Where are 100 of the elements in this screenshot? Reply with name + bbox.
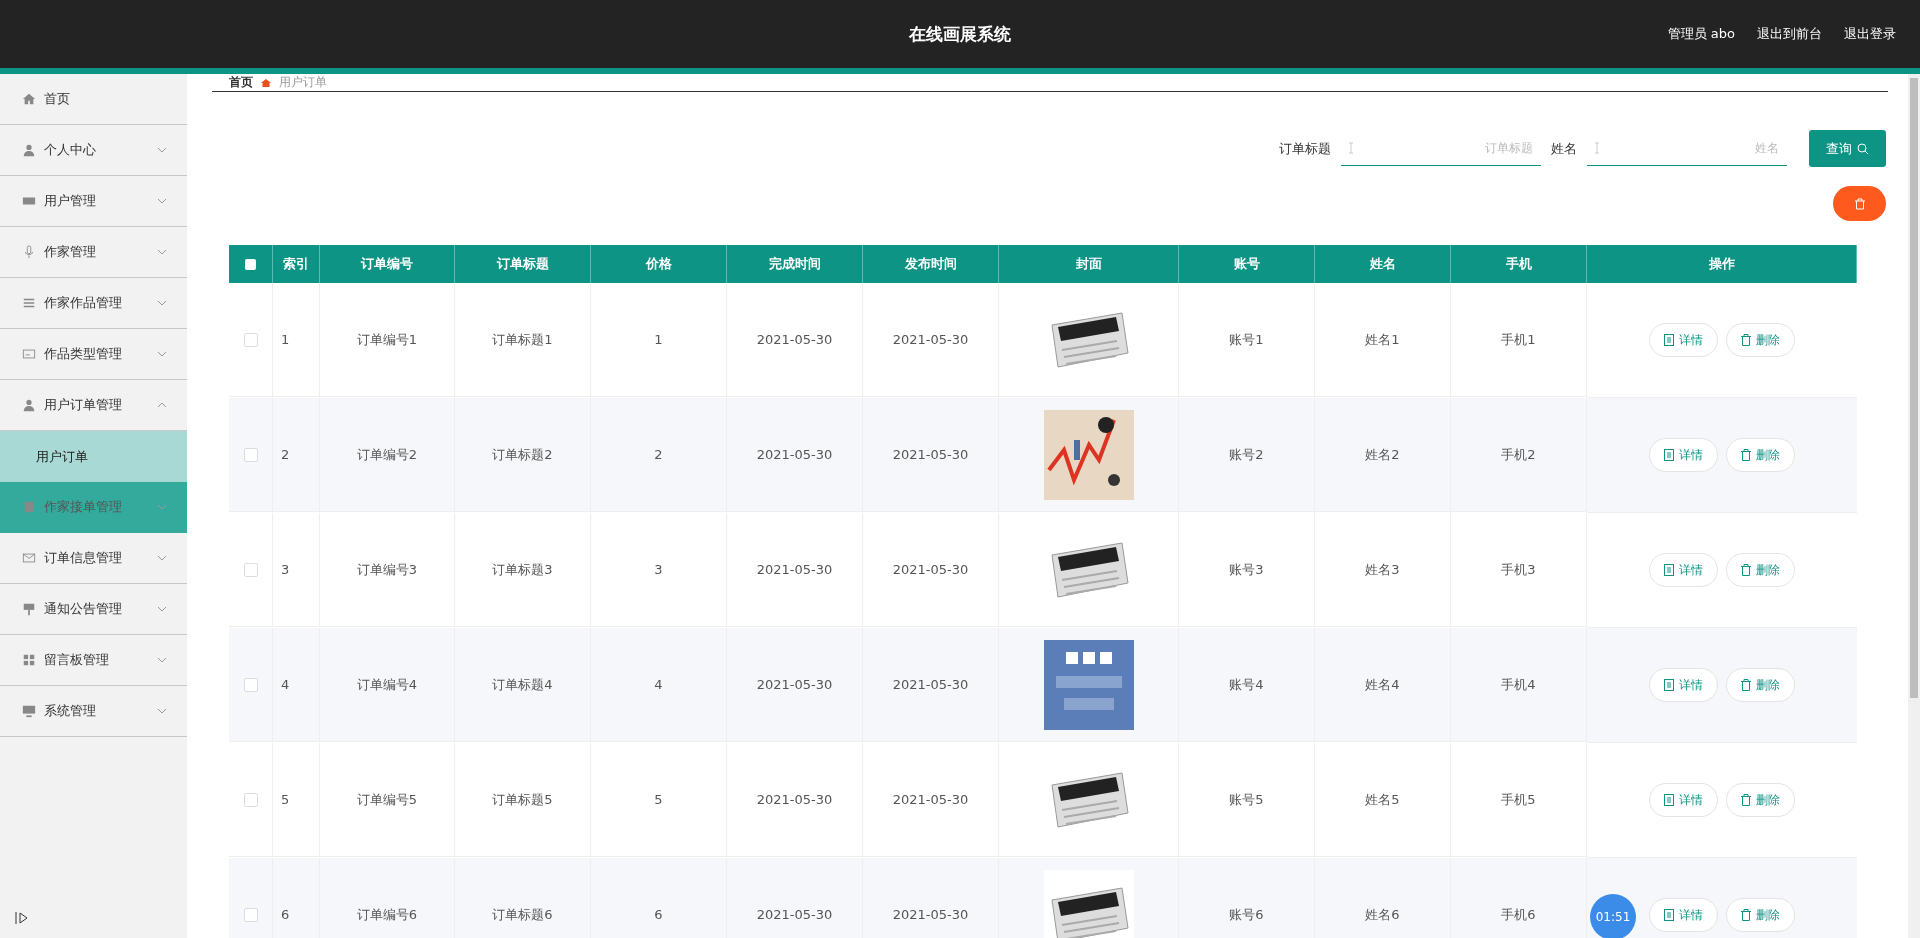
sidebar-item[interactable]: 订单信息管理 <box>0 533 187 584</box>
table-cell: 姓名4 <box>1315 628 1451 742</box>
grid-icon <box>22 653 36 667</box>
table-cell: 6 <box>273 858 320 938</box>
details-button[interactable]: 详情 <box>1649 553 1718 587</box>
table-cell: 2021-05-30 <box>727 628 863 742</box>
delete-button[interactable] <box>1833 186 1886 221</box>
checkbox[interactable] <box>243 332 258 347</box>
table-cell: 2021-05-30 <box>863 858 999 938</box>
document-icon <box>1664 564 1674 576</box>
delete-button[interactable]: 删除 <box>1726 553 1795 587</box>
column-header: 订单标题 <box>455 245 591 283</box>
delete-button[interactable]: 删除 <box>1726 783 1795 817</box>
table-cell: 账号3 <box>1179 513 1315 627</box>
sidebar-item[interactable]: 留言板管理 <box>0 635 187 686</box>
home-icon <box>22 92 36 106</box>
column-header: 索引 <box>273 245 320 283</box>
document-icon <box>22 500 36 514</box>
table-cell: 2021-05-30 <box>863 513 999 627</box>
table-cell: 2021-05-30 <box>863 283 999 397</box>
details-button[interactable]: 详情 <box>1649 668 1718 702</box>
chevron-icon <box>157 198 167 204</box>
sidebar-item[interactable]: 作品类型管理 <box>0 329 187 380</box>
search-field[interactable]: 订单标题 <box>1363 140 1535 156</box>
trash-icon <box>1741 909 1751 921</box>
details-button[interactable]: 详情 <box>1649 898 1718 932</box>
sidebar-item[interactable]: 作家作品管理 <box>0 278 187 329</box>
sidebar-subitem[interactable]: 用户订单 <box>0 431 187 482</box>
table-cell: 订单标题5 <box>455 743 591 857</box>
search-field[interactable]: 姓名 <box>1609 140 1781 156</box>
document-icon <box>1664 334 1674 346</box>
sidebar-label: 作品类型管理 <box>44 345 123 363</box>
search-button[interactable]: 查询 <box>1809 130 1886 167</box>
table-cell: 2021-05-30 <box>727 858 863 938</box>
column-header: 账号 <box>1179 245 1315 283</box>
table-cell: 2 <box>591 398 727 512</box>
table-cell: 2 <box>273 398 320 512</box>
sidebar-item[interactable]: 通知公告管理 <box>0 584 187 635</box>
checkbox[interactable] <box>243 447 258 462</box>
breadcrumb-link[interactable]: 首页 <box>229 74 253 91</box>
table-cell: 手机5 <box>1451 743 1587 857</box>
document-icon <box>1664 794 1674 806</box>
delete-button[interactable]: 删除 <box>1726 323 1795 357</box>
table-cell: 账号2 <box>1179 398 1315 512</box>
table-cell: 订单编号2 <box>320 398 455 512</box>
column-header: 封面 <box>999 245 1179 283</box>
sidebar-item[interactable]: 作家管理 <box>0 227 187 278</box>
table-cell: 2021-05-30 <box>863 628 999 742</box>
chevron-icon <box>157 351 167 357</box>
table-cell: 账号4 <box>1179 628 1315 742</box>
sidebar-label: 通知公告管理 <box>44 600 123 618</box>
header-link[interactable]: 退出到前台 <box>1757 25 1822 43</box>
sidebar-item[interactable]: 首页 <box>0 74 187 125</box>
details-button[interactable]: 详情 <box>1649 323 1718 357</box>
checkbox[interactable] <box>245 258 256 270</box>
user-label: 管理员 abo <box>1667 25 1735 43</box>
expand-icon[interactable] <box>14 910 30 926</box>
sidebar-item[interactable]: 用户管理 <box>0 176 187 227</box>
column-header: 发布时间 <box>863 245 999 283</box>
document-icon <box>1664 909 1674 921</box>
checkbox[interactable] <box>243 562 258 577</box>
delete-button[interactable]: 删除 <box>1726 668 1795 702</box>
chevron-icon <box>157 147 167 153</box>
sidebar-item[interactable]: 个人中心 <box>0 125 187 176</box>
chevron-icon <box>157 504 167 510</box>
text-cursor-icon <box>1593 142 1601 154</box>
details-button[interactable]: 详情 <box>1649 783 1718 817</box>
delete-button[interactable]: 删除 <box>1726 898 1795 932</box>
table-cell: 订单标题6 <box>455 858 591 938</box>
details-button[interactable]: 详情 <box>1649 438 1718 472</box>
sidebar-label: 留言板管理 <box>44 651 110 669</box>
trash-icon <box>1741 449 1751 461</box>
checkbox[interactable] <box>243 677 258 692</box>
chevron-icon <box>157 606 167 612</box>
sidebar-item[interactable]: 系统管理 <box>0 686 187 737</box>
table-cell: 2021-05-30 <box>727 513 863 627</box>
column-header: 操作 <box>1587 245 1857 283</box>
checkbox[interactable] <box>243 907 258 922</box>
checkbox[interactable] <box>243 792 258 807</box>
sidebar-label: 用户管理 <box>44 192 97 210</box>
app-title: 在线画展系统 <box>909 22 1011 46</box>
table-cell: 2021-05-30 <box>863 398 999 512</box>
trash-icon <box>1741 334 1751 346</box>
chevron-icon <box>157 249 167 255</box>
table-cell: 手机3 <box>1451 513 1587 627</box>
chevron-icon <box>157 402 167 408</box>
chevron-icon <box>157 555 167 561</box>
delete-button[interactable]: 删除 <box>1726 438 1795 472</box>
header-link[interactable]: 退出登录 <box>1844 25 1896 43</box>
microphone-icon <box>22 245 36 259</box>
trash-icon <box>1741 794 1751 806</box>
scrollbar-thumb[interactable] <box>1910 78 1918 698</box>
trash-icon <box>1741 679 1751 691</box>
signboard-icon <box>22 602 36 616</box>
table-cell: 5 <box>591 743 727 857</box>
table-cell: 5 <box>273 743 320 857</box>
scrollbar[interactable] <box>1908 74 1920 938</box>
table-cell: 订单标题3 <box>455 513 591 627</box>
table-cell: 1 <box>591 283 727 397</box>
chevron-icon <box>157 708 167 714</box>
